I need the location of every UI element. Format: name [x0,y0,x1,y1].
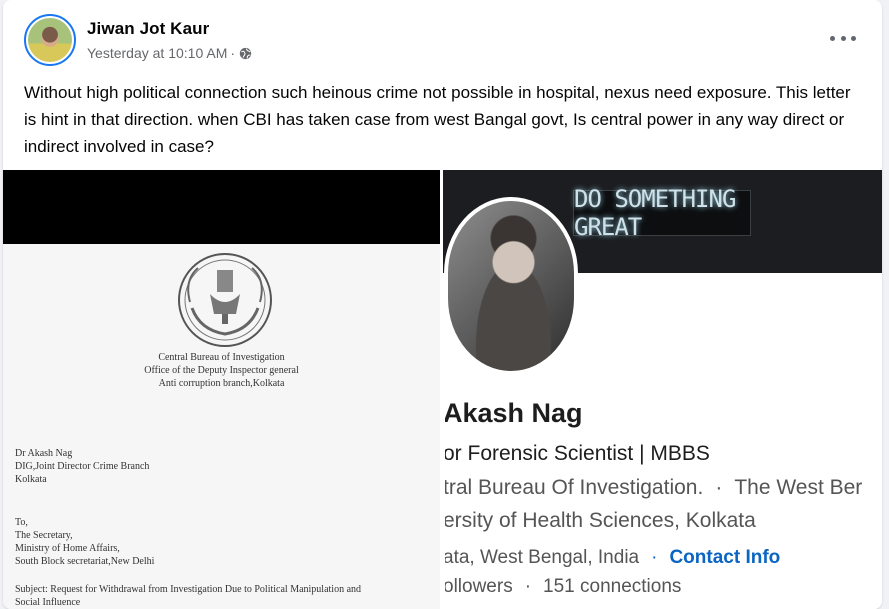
post-meta: Yesterday at 10:10 AM · [87,45,252,61]
profile-org-left: tral Bureau Of Investigation. [443,476,704,499]
globe-icon[interactable] [239,47,252,60]
letter-from-line3: Kolkata [15,474,47,485]
post-media[interactable]: Central Bureau of Investigation Office o… [3,170,882,609]
letter-subject-line1: Subject: Request for Withdrawal from Inv… [15,584,362,595]
profile-location-row: ata, West Bengal, India · Contact Info [443,547,780,569]
location-separator: · [651,547,658,568]
profile-image[interactable]: DO SOMETHING GREAT Akash Nag or Forensic… [443,170,882,609]
neon-sign: DO SOMETHING GREAT [573,185,751,241]
profile-org: tral Bureau Of Investigation. · The West B… [443,476,862,500]
crop-edge [443,400,445,609]
profile-location: ata, West Bengal, India [443,547,640,568]
post-header: Jiwan Jot Kaur Yesterday at 10:10 AM · [3,0,882,70]
letter-subject-line2: Social Influence [15,597,81,608]
connections-separator: · [524,576,532,597]
author-avatar[interactable] [24,14,76,66]
letter-org-line2: Office of the Deputy Inspector general [144,365,299,376]
letter-to-line0: To, [15,517,28,528]
profile-followers: ollowers [443,576,513,597]
more-options-icon[interactable] [830,28,856,48]
letter-black-bar [3,170,440,244]
post-timestamp[interactable]: Yesterday at 10:10 AM [87,45,227,61]
letter-from-line2: DIG,Joint Director Crime Branch [15,461,150,472]
avatar-photo [28,18,72,62]
letter-to-line1: The Secretary, [15,530,73,541]
cbi-emblem-icon [178,253,272,347]
author-name[interactable]: Jiwan Jot Kaur [87,19,209,39]
profile-education: ersity of Health Sciences, Kolkata [443,509,756,532]
letter-org-line1: Central Bureau of Investigation [158,352,285,363]
letter-to-line2: Ministry of Home Affairs, [15,543,120,554]
org-separator: · [715,476,723,499]
letter-image[interactable]: Central Bureau of Investigation Office o… [3,170,440,609]
profile-org-right: The West Ber [734,476,863,499]
profile-name: Akash Nag [443,398,583,428]
letter-from-line1: Dr Akash Nag [15,448,73,459]
profile-photo [444,197,578,375]
profile-headline: or Forensic Scientist | MBBS [443,442,710,465]
letter-to-line3: South Block secretariat,New Delhi [15,556,155,567]
letter-org-line3: Anti corruption branch,Kolkata [158,378,285,389]
contact-info-link[interactable]: Contact Info [669,547,780,568]
profile-connections: 151 connections [543,576,682,597]
post-card: Jiwan Jot Kaur Yesterday at 10:10 AM · W… [3,0,882,609]
meta-separator: · [230,45,236,61]
post-text: Without high political connection such h… [24,83,851,156]
profile-connections-row: ollowers · 151 connections [443,576,681,598]
